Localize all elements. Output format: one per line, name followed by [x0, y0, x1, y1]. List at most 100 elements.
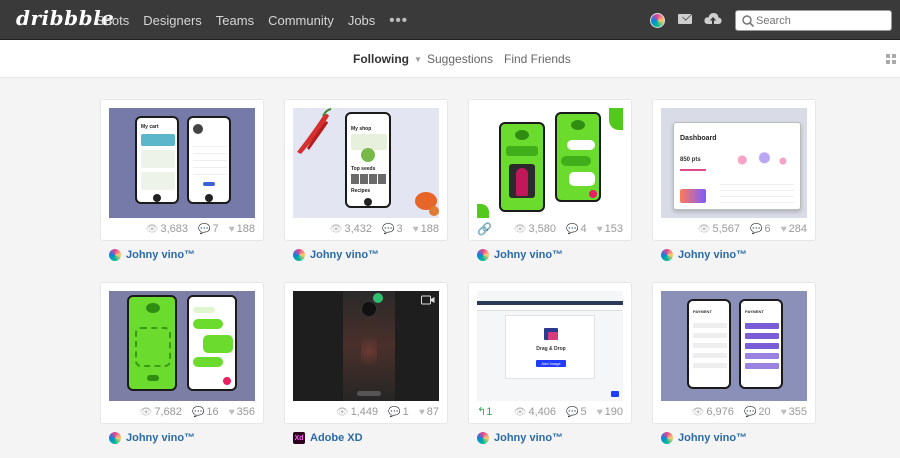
shot-author[interactable]: Johny vino™ — [477, 430, 563, 446]
author-avatar[interactable] — [661, 249, 673, 261]
shot-card[interactable]: 👁 7,682 💬 16 ♥ 356 — [101, 283, 263, 423]
upload-cloud-icon[interactable] — [704, 11, 722, 27]
mockup-subtitle: Top seeds — [351, 166, 376, 172]
likes-stat[interactable]: ♥ 188 — [413, 223, 439, 235]
shot-author[interactable]: Xd Adobe XD — [293, 430, 363, 446]
author-avatar[interactable] — [477, 249, 489, 261]
rebound-stat[interactable]: ↰1 — [477, 405, 492, 418]
user-avatar[interactable] — [650, 13, 665, 28]
comments-stat[interactable]: 💬 4 — [566, 223, 587, 235]
phone-mockup: PAYMENT — [739, 299, 783, 389]
comments-stat[interactable]: 💬 3 — [382, 223, 403, 235]
mockup-button: Add Image — [536, 360, 566, 367]
likes-stat[interactable]: ♥ 355 — [781, 406, 807, 418]
shot-card[interactable]: PAYMENT PAYMENT 👁 6,976 💬 20 ♥ 355 — [653, 283, 815, 423]
shot-thumbnail[interactable]: Drag & Drop Add Image — [477, 291, 623, 401]
shot-stats: 👁 7,682 💬 16 ♥ 356 — [133, 406, 255, 418]
shot-thumbnail[interactable]: Dashboard 850 pts — [661, 108, 807, 218]
search-field[interactable] — [735, 10, 892, 31]
comments-stat[interactable]: 💬 7 — [198, 223, 219, 235]
author-name[interactable]: Johny vino™ — [678, 249, 747, 261]
shot-thumbnail[interactable]: PAYMENT PAYMENT — [661, 291, 807, 401]
nav-shots[interactable]: Shots — [96, 13, 129, 28]
comments-stat[interactable]: 💬 6 — [750, 223, 771, 235]
heart-icon: ♥ — [228, 224, 235, 235]
author-name[interactable]: Johny vino™ — [494, 432, 563, 444]
grid-view-icon[interactable] — [886, 54, 896, 64]
shot-card[interactable]: Dashboard 850 pts 👁 5,567 💬 6 ♥ 284 — [653, 100, 815, 240]
chili-pepper-image — [297, 108, 332, 154]
mockup-heading: Drag & Drop — [536, 346, 566, 352]
eye-icon: 👁 — [335, 407, 349, 418]
views-stat: 👁 3,432 — [329, 223, 372, 235]
mail-icon[interactable] — [678, 14, 692, 24]
mockup-title: PAYMENT — [745, 309, 764, 314]
author-avatar[interactable] — [661, 432, 673, 444]
author-name[interactable]: Johny vino™ — [494, 249, 563, 261]
eye-icon: 👁 — [145, 224, 159, 235]
video-preview — [343, 291, 395, 401]
author-name[interactable]: Johny vino™ — [126, 432, 195, 444]
shot-card[interactable]: 👁 1,449 💬 1 ♥ 87 — [285, 283, 447, 423]
author-avatar[interactable] — [293, 249, 305, 261]
nav-jobs[interactable]: Jobs — [348, 13, 375, 28]
author-name[interactable]: Johny vino™ — [126, 249, 195, 261]
likes-stat[interactable]: ♥ 284 — [781, 223, 807, 235]
shot-card[interactable]: 🔗 👁 3,580 💬 4 ♥ 153 — [469, 100, 631, 240]
nav-teams[interactable]: Teams — [216, 13, 254, 28]
author-avatar[interactable] — [477, 432, 489, 444]
shot-card[interactable]: My cart 👁 3,683 💬 7 ♥ 188 — [101, 100, 263, 240]
shot-stats: 👁 1,449 💬 1 ♥ 87 — [329, 406, 439, 418]
shot-thumbnail[interactable]: My cart — [109, 108, 255, 218]
shot-author[interactable]: Johny vino™ — [109, 430, 195, 446]
tab-suggestions[interactable]: Suggestions — [427, 52, 493, 66]
views-stat: 👁 3,580 — [513, 223, 556, 235]
phone-mockup: My cart — [135, 116, 179, 204]
likes-stat[interactable]: ♥ 190 — [597, 406, 623, 418]
shot-thumbnail[interactable] — [477, 108, 623, 218]
search-input[interactable] — [756, 13, 886, 28]
shot-author[interactable]: Johny vino™ — [293, 247, 379, 263]
likes-stat[interactable]: ♥ 188 — [229, 223, 255, 235]
shot-stats: 👁 3,683 💬 7 ♥ 188 — [139, 223, 255, 235]
shot-thumbnail[interactable]: My shop Top seeds Recipes — [293, 108, 439, 218]
shot-stats: 👁 3,432 💬 3 ♥ 188 — [323, 223, 439, 235]
phone-mockup — [187, 116, 231, 204]
shot-author[interactable]: Johny vino™ — [661, 247, 747, 263]
likes-stat[interactable]: ♥ 87 — [419, 406, 439, 418]
phone-mockup — [555, 112, 601, 202]
comment-icon: 💬 — [388, 407, 401, 418]
author-name[interactable]: Johny vino™ — [678, 432, 747, 444]
nav-designers[interactable]: Designers — [143, 13, 202, 28]
shot-card[interactable]: My shop Top seeds Recipes 👁 3,432 💬 3 ♥ 188 — [285, 100, 447, 240]
comment-icon: 💬 — [382, 224, 395, 235]
shot-thumbnail[interactable] — [293, 291, 439, 401]
comments-stat[interactable]: 💬 1 — [388, 406, 409, 418]
views-stat: 👁 5,567 — [697, 223, 740, 235]
tab-following[interactable]: Following ▼ — [353, 52, 422, 66]
shot-card[interactable]: Drag & Drop Add Image ↰1 👁 4,406 💬 5 ♥ 190 — [469, 283, 631, 423]
shot-author[interactable]: Johny vino™ — [109, 247, 195, 263]
author-name[interactable]: Adobe XD — [310, 432, 363, 444]
shot-author[interactable]: Johny vino™ — [477, 247, 563, 263]
likes-stat[interactable]: ♥ 153 — [597, 223, 623, 235]
tab-find-friends[interactable]: Find Friends — [504, 52, 571, 66]
nav-community[interactable]: Community — [268, 13, 334, 28]
comments-stat[interactable]: 💬 16 — [192, 406, 219, 418]
author-avatar[interactable] — [109, 432, 121, 444]
phone-mockup — [187, 295, 237, 391]
comments-stat[interactable]: 💬 20 — [744, 406, 771, 418]
comment-icon: 💬 — [750, 224, 763, 235]
more-menu-icon[interactable]: ••• — [389, 12, 408, 29]
author-name[interactable]: Johny vino™ — [310, 249, 379, 261]
comments-stat[interactable]: 💬 5 — [566, 406, 587, 418]
shot-stats: 👁 6,976 💬 20 ♥ 355 — [685, 406, 807, 418]
shot-thumbnail[interactable] — [109, 291, 255, 401]
likes-stat[interactable]: ♥ 356 — [229, 406, 255, 418]
author-avatar[interactable] — [109, 249, 121, 261]
adobe-xd-logo[interactable]: Xd — [293, 432, 305, 444]
heart-icon: ♥ — [596, 407, 603, 418]
heart-icon: ♥ — [418, 407, 425, 418]
shot-author[interactable]: Johny vino™ — [661, 430, 747, 446]
attachment-icon[interactable]: 🔗 — [477, 222, 492, 236]
